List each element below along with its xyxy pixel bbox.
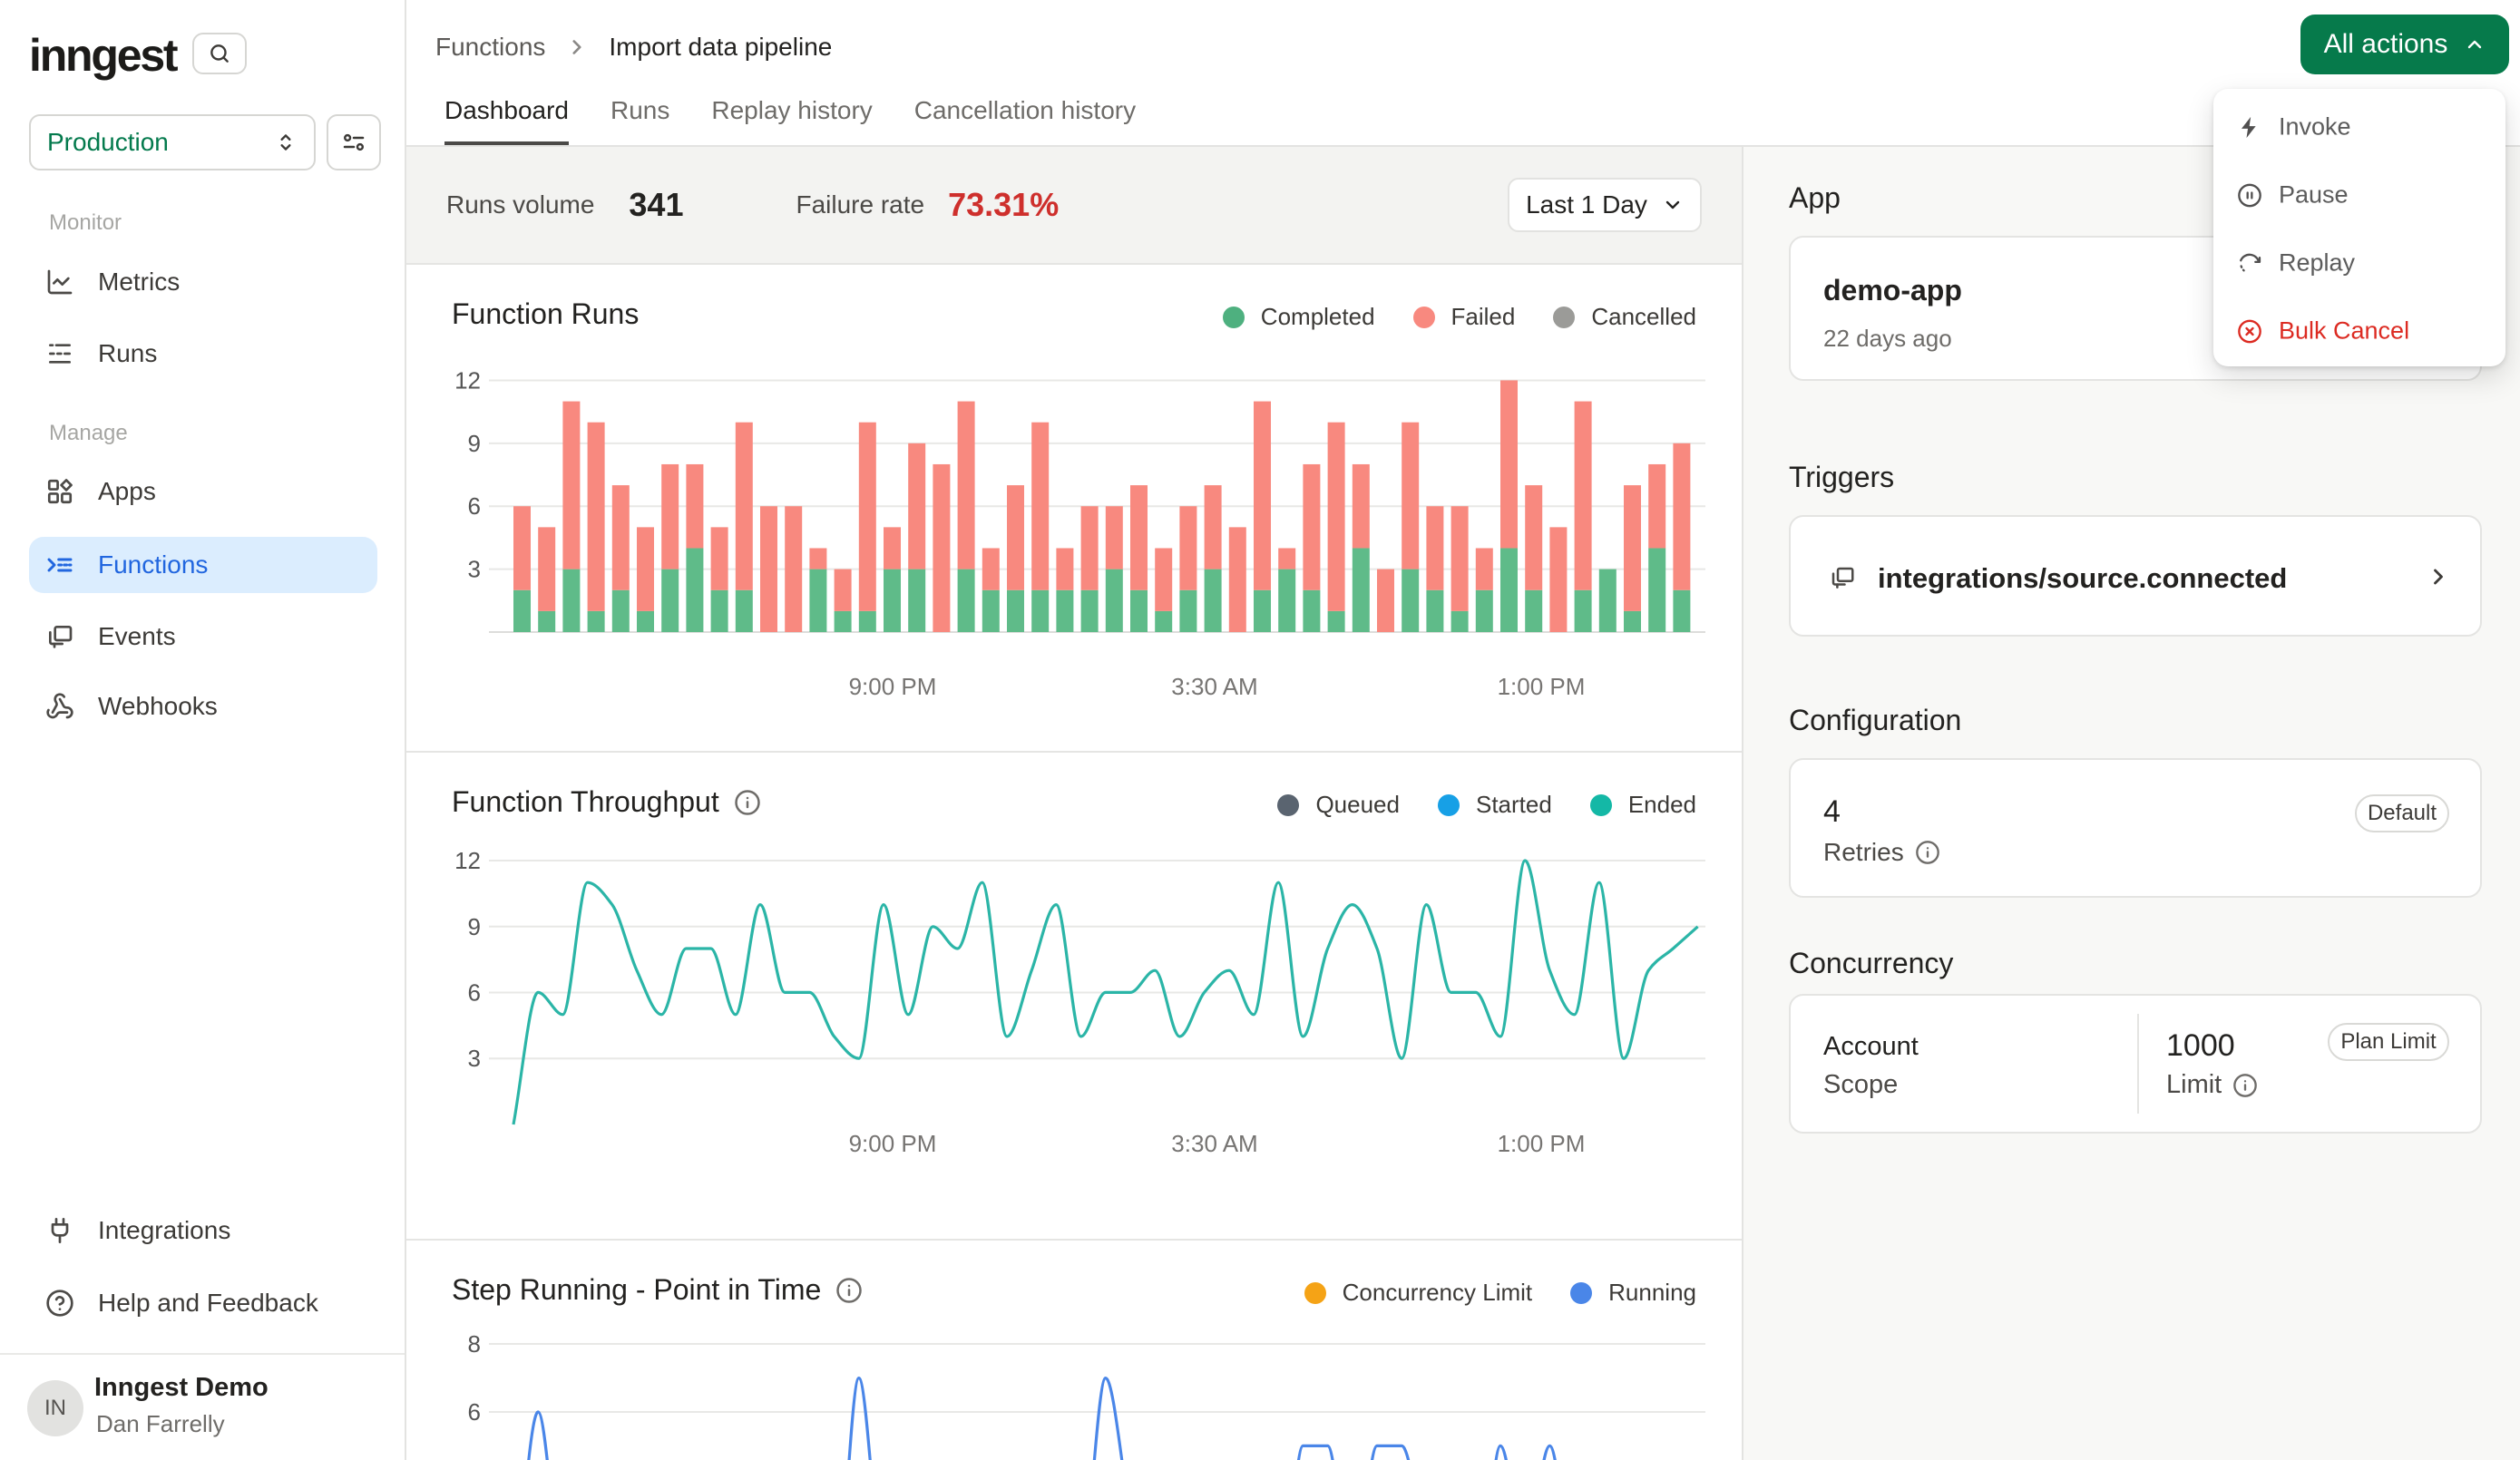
svg-text:9: 9 <box>468 430 481 457</box>
svg-text:9: 9 <box>468 913 481 940</box>
svg-text:3: 3 <box>468 1045 481 1072</box>
svg-text:12: 12 <box>454 366 481 394</box>
svg-text:6: 6 <box>468 1398 481 1426</box>
svg-text:6: 6 <box>468 979 481 1007</box>
svg-text:3:30 AM: 3:30 AM <box>1171 1130 1257 1157</box>
svg-text:9:00 PM: 9:00 PM <box>849 673 937 700</box>
svg-text:8: 8 <box>468 1330 481 1358</box>
svg-text:9:00 PM: 9:00 PM <box>849 1130 937 1157</box>
svg-text:1:00 PM: 1:00 PM <box>1498 673 1586 700</box>
svg-text:6: 6 <box>468 492 481 520</box>
svg-text:3:30 AM: 3:30 AM <box>1171 673 1257 700</box>
svg-text:1:00 PM: 1:00 PM <box>1498 1130 1586 1157</box>
svg-text:3: 3 <box>468 556 481 583</box>
svg-text:12: 12 <box>454 847 481 874</box>
